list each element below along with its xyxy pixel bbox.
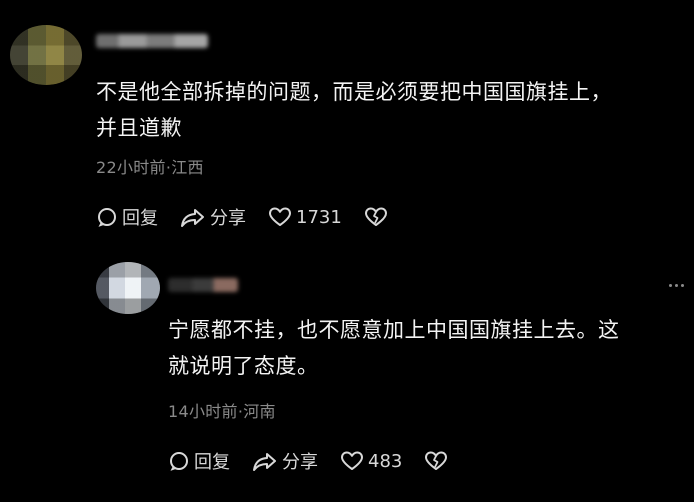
username-blurred[interactable] [168,278,238,292]
share-button[interactable]: 分享 [252,448,318,474]
comment-bubble-icon [170,452,188,471]
broken-heart-icon [364,207,387,226]
comment-actions: 回复 分享 1731 [96,204,392,230]
comment-meta: 14小时前·河南 [168,402,276,421]
like-count: 483 [368,450,403,472]
comment-text: 不是他全部拆掉的问题，而是必须要把中国国旗挂上， 并且道歉 [96,74,676,146]
comment-text-line: 不是他全部拆掉的问题，而是必须要把中国国旗挂上， [96,80,612,104]
like-button[interactable]: 1731 [268,206,342,228]
share-button[interactable]: 分享 [180,204,246,230]
like-button[interactable]: 483 [340,450,402,472]
dislike-button[interactable] [424,450,452,472]
reply-label: 回复 [194,452,230,473]
username-blurred[interactable] [96,34,208,48]
reply-label: 回复 [122,208,158,229]
more-dots-icon[interactable] [669,284,684,287]
dislike-button[interactable] [364,206,392,228]
share-label: 分享 [282,452,318,473]
comment-text-line: 宁愿都不挂，也不愿意加上中国国旗挂上去。这 [168,318,620,342]
reply-button[interactable]: 回复 [168,448,230,474]
share-arrow-icon [181,209,204,227]
share-label: 分享 [210,208,246,229]
comment-text: 宁愿都不挂，也不愿意加上中国国旗挂上去。这 就说明了态度。 [168,312,678,384]
reply-button[interactable]: 回复 [96,204,158,230]
comment-text-line: 并且道歉 [96,116,182,140]
like-count: 1731 [296,206,342,228]
broken-heart-icon [425,451,448,470]
heart-icon [341,451,363,470]
comment-actions: 回复 分享 483 [168,448,452,474]
share-arrow-icon [253,453,276,471]
comment-text-line: 就说明了态度。 [168,354,319,378]
heart-icon [269,207,291,226]
comment-meta: 22小时前·江西 [96,158,204,177]
avatar[interactable] [96,262,160,314]
comment-bubble-icon [98,208,116,227]
avatar[interactable] [10,25,82,85]
